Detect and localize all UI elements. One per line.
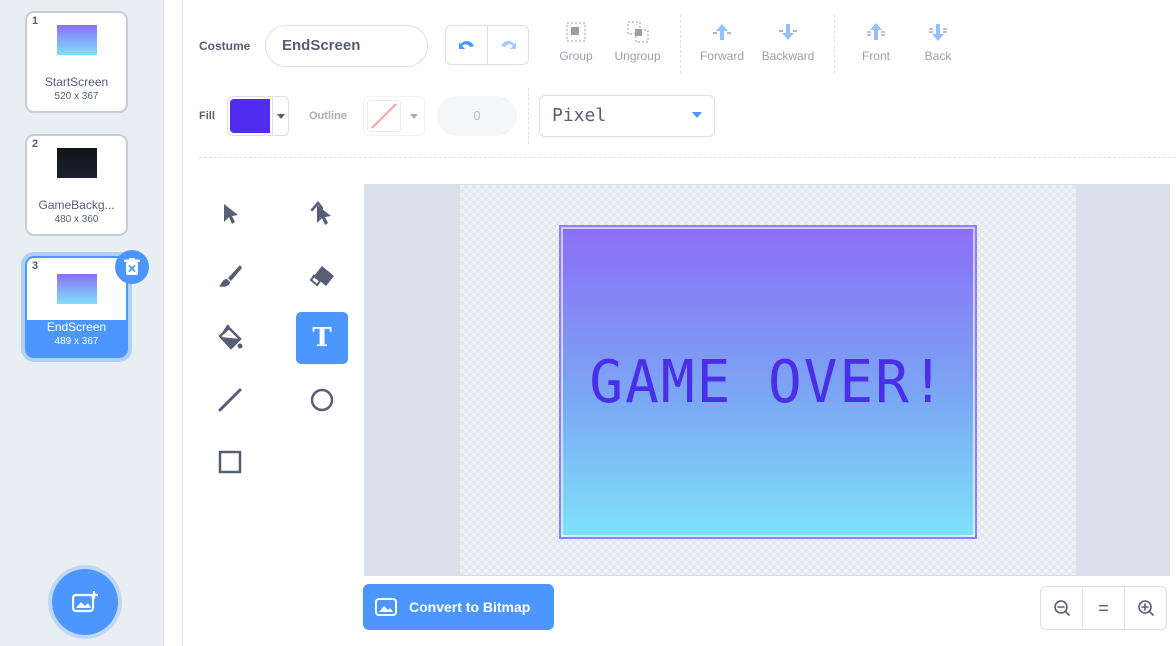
costume-number: 3	[32, 260, 39, 272]
costume-artwork[interactable]: GAME OVER!	[559, 225, 977, 539]
font-select[interactable]: Pixel	[539, 95, 715, 137]
costume-thumbnail	[57, 25, 97, 55]
ungroup-button[interactable]: Ungroup	[610, 20, 665, 63]
zoom-out-button[interactable]	[1041, 587, 1082, 629]
costume-name: EndScreen	[46, 320, 107, 334]
ungroup-icon	[627, 21, 648, 43]
no-color-icon	[371, 103, 397, 129]
outline-color-swatch	[367, 100, 401, 132]
ungroup-label: Ungroup	[614, 49, 661, 63]
paint-canvas[interactable]: GAME OVER!	[364, 184, 1170, 576]
circle-tool[interactable]	[296, 374, 348, 426]
group-icon	[566, 22, 586, 42]
zoom-out-icon	[1053, 600, 1070, 616]
fill-dropdown[interactable]	[272, 97, 288, 135]
front-label: Front	[861, 49, 890, 63]
sidebar-divider	[164, 0, 183, 646]
costume-number: 1	[32, 15, 39, 27]
text-tool-icon: T	[312, 323, 332, 353]
add-costume-button[interactable]	[52, 569, 118, 635]
costume-dimensions: 489 x 367	[54, 336, 99, 347]
zoom-in-button[interactable]	[1124, 587, 1166, 629]
costume-name: GameBackg...	[38, 198, 115, 212]
brush-tool[interactable]	[204, 250, 256, 302]
costume-tile-3[interactable]: 3 EndScreen 489 x 367	[25, 250, 149, 358]
undo-button[interactable]	[446, 26, 487, 64]
chevron-down-icon	[276, 113, 285, 119]
select-tool[interactable]	[204, 188, 256, 240]
costume-list: 1 StartScreen 520 x 367 2 GameBackg... 4…	[0, 0, 164, 646]
outline-width-input[interactable]: 0	[437, 96, 517, 136]
backward-label: Backward	[761, 49, 815, 63]
undo-icon	[458, 40, 474, 49]
redo-icon	[501, 40, 516, 49]
costume-thumbnail	[57, 274, 97, 304]
costume-name: StartScreen	[44, 75, 109, 89]
costume-tile-2[interactable]: 2 GameBackg... 480 x 360	[25, 134, 128, 236]
costume-dimensions: 520 x 367	[54, 91, 99, 102]
group-button[interactable]: Group	[556, 20, 596, 63]
toolbar-divider	[834, 15, 835, 73]
reshape-tool[interactable]	[296, 188, 348, 240]
costume-thumbnail	[57, 148, 97, 178]
rectangle-tool[interactable]	[204, 436, 256, 488]
back-button[interactable]: Back	[918, 20, 958, 63]
fill-color-picker[interactable]	[227, 96, 289, 136]
fill-label: Fill	[199, 110, 215, 122]
eraser-tool[interactable]	[296, 250, 348, 302]
trash-icon	[124, 258, 140, 275]
add-image-icon	[72, 591, 98, 613]
backward-button[interactable]: Backward	[758, 20, 818, 63]
back-icon	[929, 24, 947, 41]
fill-tool[interactable]	[204, 312, 256, 364]
font-select-value: Pixel	[552, 105, 607, 126]
line-icon	[218, 388, 242, 412]
zoom-reset-button[interactable]: =	[1082, 587, 1124, 629]
toolbar-separator	[199, 157, 1176, 158]
image-icon	[375, 598, 397, 616]
chevron-down-icon	[410, 113, 418, 119]
toolbar-divider	[680, 15, 681, 73]
art-text: GAME OVER!	[589, 347, 947, 417]
front-button[interactable]: Front	[856, 20, 896, 63]
eraser-icon	[309, 266, 334, 287]
text-tool[interactable]: T	[296, 312, 348, 364]
paint-editor: 1 StartScreen 520 x 367 2 GameBackg... 4…	[0, 0, 1176, 646]
costume-number: 2	[32, 138, 39, 150]
reshape-icon	[310, 201, 331, 225]
costume-tile-1[interactable]: 1 StartScreen 520 x 367	[25, 11, 128, 113]
paint-bucket-icon	[218, 324, 243, 350]
line-tool[interactable]	[204, 374, 256, 426]
backward-icon	[779, 24, 797, 40]
outline-label: Outline	[309, 110, 347, 122]
toolbar-divider	[528, 88, 529, 144]
front-icon	[867, 23, 885, 40]
costume-dimensions: 480 x 360	[54, 214, 99, 225]
outline-dropdown[interactable]	[404, 97, 424, 135]
group-label: Group	[559, 49, 593, 63]
redo-button[interactable]	[487, 26, 528, 64]
forward-label: Forward	[699, 49, 744, 63]
chevron-down-icon	[692, 112, 702, 118]
circle-icon	[310, 388, 334, 412]
costume-label: Costume	[199, 39, 251, 53]
fill-color-swatch	[230, 99, 270, 133]
zoom-controls: =	[1040, 586, 1167, 630]
costume-name-input[interactable]: EndScreen	[265, 25, 428, 67]
undo-redo-group	[445, 25, 529, 65]
arrow-cursor-icon	[224, 204, 238, 224]
back-label: Back	[924, 49, 952, 63]
convert-to-bitmap-button[interactable]: Convert to Bitmap	[363, 584, 554, 630]
forward-button[interactable]: Forward	[696, 20, 748, 63]
outline-color-picker[interactable]	[363, 96, 425, 136]
convert-label: Convert to Bitmap	[409, 599, 531, 615]
delete-costume-button[interactable]	[115, 250, 149, 284]
rectangle-icon	[218, 450, 242, 474]
zoom-in-icon	[1137, 600, 1154, 616]
forward-icon	[713, 24, 731, 40]
brush-icon	[219, 265, 242, 287]
